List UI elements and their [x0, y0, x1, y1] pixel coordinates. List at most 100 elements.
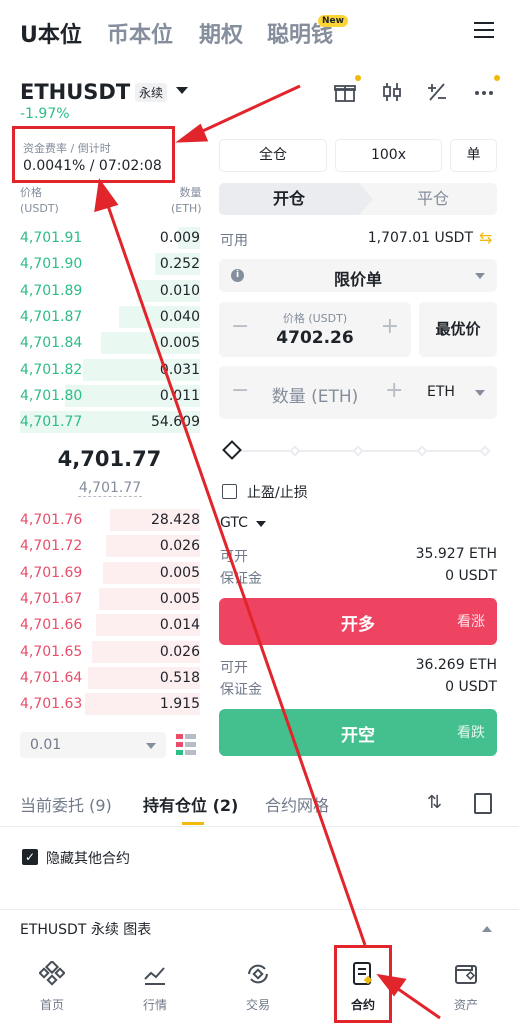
long-max-label: 可开	[220, 549, 248, 565]
slider-tick-50[interactable]	[352, 445, 364, 457]
bid-row[interactable]: 4,701.89 0.010	[20, 278, 200, 304]
chevron-up-icon[interactable]	[482, 926, 492, 932]
tab-coinm[interactable]: 币本位	[107, 17, 173, 49]
order-type-label: 限价单	[333, 270, 382, 289]
mark-price: 4,701.77	[78, 480, 142, 497]
time-in-force[interactable]: GTC	[220, 515, 248, 531]
candlestick-icon[interactable]	[380, 80, 404, 104]
home-icon	[12, 954, 92, 994]
open-short-button[interactable]: 开空 看跌	[219, 709, 497, 756]
bid-qty: 0.011	[159, 387, 200, 404]
bid-row[interactable]: 4,701.82 0.031	[20, 357, 200, 383]
bid-row[interactable]: 4,701.90 0.252	[20, 251, 200, 277]
calculator-icon[interactable]	[425, 80, 449, 104]
hide-others-checkbox[interactable]: ✓	[22, 849, 38, 865]
short-margin-label: 保证金	[220, 682, 262, 698]
ask-qty: 0.026	[159, 643, 200, 660]
ask-row[interactable]: 4,701.72 0.026	[20, 533, 200, 559]
tab-options[interactable]: 期权	[199, 17, 243, 49]
bid-price: 4,701.82	[20, 361, 83, 378]
slider-tick-25[interactable]	[289, 445, 301, 457]
top-tabs: U本位 币本位 期权 聪明钱 New	[0, 0, 519, 66]
ask-qty: 0.026	[159, 538, 200, 555]
pair-name[interactable]: ETHUSDT	[20, 80, 130, 104]
more-icon[interactable]	[472, 80, 496, 104]
ask-row[interactable]: 4,701.67 0.005	[20, 586, 200, 612]
menu-icon[interactable]	[474, 22, 494, 40]
tab-positions[interactable]: 持有仓位 (2)	[143, 792, 238, 816]
bid-row[interactable]: 4,701.84 0.005	[20, 330, 200, 356]
ask-price: 4,701.64	[20, 669, 83, 686]
qty-plus-icon[interactable]: +	[385, 378, 403, 403]
nav-home[interactable]: 首页	[12, 948, 92, 1013]
tab-grid[interactable]: 合约网格	[265, 792, 329, 816]
best-price-button[interactable]: 最优价	[419, 302, 497, 357]
transfer-icon[interactable]: ⇆	[479, 228, 492, 247]
history-icon[interactable]	[474, 793, 492, 814]
open-long-button[interactable]: 开多 看涨	[219, 598, 497, 645]
bid-row[interactable]: 4,701.87 0.040	[20, 304, 200, 330]
gift-icon[interactable]	[333, 80, 357, 104]
sort-icon[interactable]: ⇅	[427, 792, 442, 813]
funding-label: 资金费率 / 倒计时	[23, 142, 111, 155]
arrow-line	[193, 84, 301, 137]
tpsl-label[interactable]: 止盈/止损	[247, 482, 308, 502]
bullish-label: 看涨	[457, 614, 485, 630]
funding-value: 0.0041% / 07:02:08	[23, 158, 162, 174]
precision-select[interactable]: 0.01	[20, 732, 166, 758]
ask-qty: 0.005	[159, 564, 200, 581]
slider-tick-100[interactable]	[479, 445, 491, 457]
ask-row[interactable]: 4,701.64 0.518	[20, 665, 200, 691]
tab-open-orders[interactable]: 当前委托 (9)	[20, 792, 112, 816]
bid-row[interactable]: 4,701.77 54.609	[20, 409, 200, 435]
divider	[0, 826, 519, 827]
chart-bar-label[interactable]: ETHUSDT 永续 图表	[20, 919, 151, 939]
ask-row[interactable]: 4,701.76 28.428	[20, 507, 200, 533]
ask-row[interactable]: 4,701.69 0.005	[20, 560, 200, 586]
quantity-input[interactable]: − 数量 (ETH) + ETH	[219, 366, 497, 419]
nav-trade[interactable]: 交易	[218, 948, 298, 1013]
bid-price: 4,701.90	[20, 256, 83, 273]
quantity-slider-knob[interactable]	[222, 440, 242, 460]
bid-price: 4,701.84	[20, 335, 83, 352]
nav-assets[interactable]: 资产	[426, 948, 506, 1013]
mid-price[interactable]: 4,701.77	[0, 447, 219, 471]
nav-label: 交易	[245, 998, 270, 1012]
open-short-label: 开空	[341, 726, 375, 746]
long-margin-value: 0 USDT	[445, 568, 497, 584]
position-mode-button[interactable]: 单	[450, 139, 497, 172]
tab-close[interactable]: 平仓	[369, 183, 497, 215]
slider-tick-75[interactable]	[416, 445, 428, 457]
tab-usdm[interactable]: U本位	[20, 17, 82, 49]
bid-row[interactable]: 4,701.91 0.009	[20, 225, 200, 251]
quantity-unit[interactable]: ETH	[427, 384, 455, 400]
ask-qty: 28.428	[151, 512, 200, 528]
price-input[interactable]: − 价格 (USDT) 4702.26 +	[219, 302, 411, 357]
trade-icon	[218, 954, 298, 994]
bid-price: 4,701.89	[20, 282, 83, 299]
bid-row[interactable]: 4,701.80 0.011	[20, 383, 200, 409]
order-type-select[interactable]: i 限价单	[219, 259, 497, 292]
ask-price: 4,701.67	[20, 590, 83, 607]
ask-row[interactable]: 4,701.65 0.026	[20, 639, 200, 665]
wallet-icon	[426, 954, 506, 994]
perpetual-tag: 永续	[135, 83, 168, 102]
price-plus-icon[interactable]: +	[381, 314, 399, 339]
ask-row[interactable]: 4,701.63 1.915	[20, 691, 200, 717]
chevron-down-icon[interactable]	[256, 521, 266, 527]
depth-layout-icon[interactable]	[176, 734, 196, 756]
tpsl-checkbox[interactable]	[222, 484, 237, 499]
gift-dot	[355, 75, 361, 81]
nav-markets[interactable]: 行情	[115, 948, 195, 1013]
pair-dropdown-icon[interactable]	[176, 87, 188, 94]
leverage-button[interactable]: 100x	[335, 139, 442, 172]
ask-row[interactable]: 4,701.66 0.014	[20, 612, 200, 638]
ask-price: 4,701.65	[20, 643, 83, 660]
margin-mode-button[interactable]: 全仓	[219, 139, 327, 172]
ask-price: 4,701.63	[20, 696, 83, 713]
arrow-head	[175, 123, 209, 143]
funding-rate-box[interactable]: 资金费率 / 倒计时 0.0041% / 07:02:08	[12, 126, 175, 183]
tab-open[interactable]: 开仓	[219, 183, 373, 215]
divider	[0, 909, 519, 910]
hide-others-label[interactable]: 隐藏其他合约	[46, 848, 130, 868]
